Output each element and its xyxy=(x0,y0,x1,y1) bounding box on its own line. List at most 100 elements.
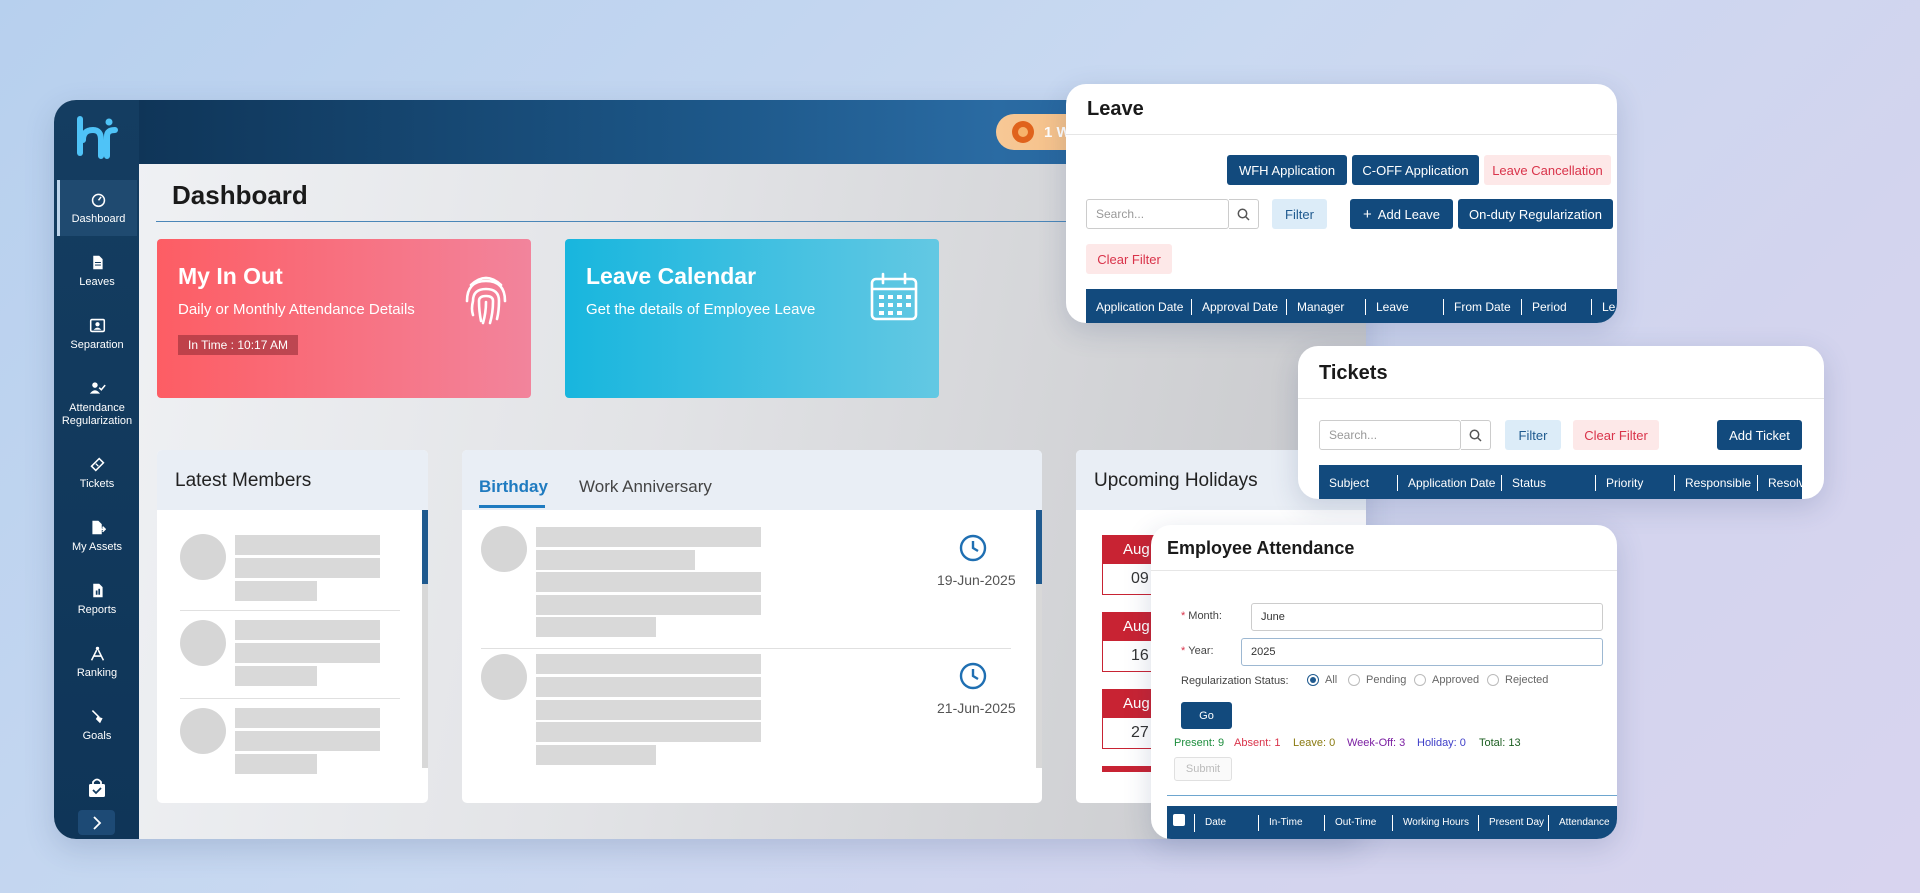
event-date: 19-Jun-2025 xyxy=(937,572,1016,588)
c-off-application-button[interactable]: C-OFF Application xyxy=(1352,155,1479,185)
tab-work-anniversary[interactable]: Work Anniversary xyxy=(579,477,712,497)
file-transfer-icon xyxy=(91,520,106,534)
sidebar-item-tickets[interactable]: Tickets xyxy=(57,445,137,501)
placeholder-line xyxy=(235,558,380,578)
sidebar-item-dashboard[interactable]: Dashboard xyxy=(57,180,137,236)
column-header[interactable]: Subject xyxy=(1319,475,1398,491)
window-title: Leave xyxy=(1087,98,1144,120)
clock-icon xyxy=(959,662,987,690)
placeholder-line xyxy=(536,527,761,547)
tickets-table-header: Subject Application Date Status Priority… xyxy=(1319,465,1802,499)
sidebar-item-label: My Assets xyxy=(71,540,123,553)
title-divider xyxy=(156,221,1156,222)
column-header[interactable]: Period xyxy=(1522,299,1592,315)
column-header[interactable]: Date xyxy=(1195,814,1259,831)
week-off-count: Week-Off: 3 xyxy=(1347,737,1406,749)
status-radio-all[interactable]: All xyxy=(1307,674,1337,686)
column-header[interactable]: Out-Time xyxy=(1325,814,1393,831)
shopping-bag-icon[interactable] xyxy=(86,777,108,799)
leave-calendar-card[interactable]: Leave Calendar Get the details of Employ… xyxy=(565,239,939,398)
avatar xyxy=(180,708,226,754)
on-duty-regularization-button[interactable]: On-duty Regularization xyxy=(1458,199,1613,229)
column-header[interactable]: In-Time xyxy=(1259,814,1325,831)
total-count: Total: 13 xyxy=(1479,737,1521,749)
sidebar-item-label: Reports xyxy=(77,603,117,616)
column-header[interactable]: Resolve xyxy=(1758,475,1802,491)
placeholder-line xyxy=(536,572,761,592)
present-count: Present: 9 xyxy=(1174,737,1225,749)
clear-filter-button[interactable]: Clear Filter xyxy=(1573,420,1659,450)
column-header[interactable]: Manager xyxy=(1287,299,1366,315)
select-all-checkbox[interactable] xyxy=(1173,813,1185,826)
leave-table-header: Application Date Approval Date Manager L… xyxy=(1086,289,1617,323)
column-header[interactable]: Approval Date xyxy=(1192,299,1287,315)
broom-icon xyxy=(91,709,103,723)
sidebar-item-my-assets[interactable]: My Assets xyxy=(57,508,137,564)
filter-button[interactable]: Filter xyxy=(1505,420,1561,450)
placeholder-line xyxy=(235,620,380,640)
tab-birthday[interactable]: Birthday xyxy=(479,477,548,497)
compass-icon xyxy=(90,646,104,661)
column-header[interactable]: Status xyxy=(1502,475,1596,491)
card-title: My In Out xyxy=(178,263,283,289)
column-header[interactable]: Present Day xyxy=(1479,814,1549,831)
my-in-out-card[interactable]: My In Out Daily or Monthly Attendance De… xyxy=(157,239,531,398)
placeholder-line xyxy=(536,700,761,720)
column-header[interactable]: From Date xyxy=(1444,299,1522,315)
column-header[interactable]: Attendance xyxy=(1549,815,1617,831)
search-input[interactable]: Search... xyxy=(1319,420,1461,450)
column-header[interactable]: Application Date xyxy=(1398,475,1502,491)
status-radio-pending[interactable]: Pending xyxy=(1348,674,1406,686)
search-button[interactable] xyxy=(1229,199,1259,229)
column-header[interactable]: Leave xyxy=(1366,299,1444,315)
add-ticket-button[interactable]: Add Ticket xyxy=(1717,420,1802,450)
leave-cancellation-button[interactable]: Leave Cancellation xyxy=(1484,155,1611,185)
month-field[interactable]: June xyxy=(1251,603,1603,631)
year-label: * Year: xyxy=(1181,645,1214,657)
divider xyxy=(180,698,400,699)
attendance-table-header: Date In-Time Out-Time Working Hours Pres… xyxy=(1167,806,1617,839)
placeholder-line xyxy=(235,643,380,663)
go-button[interactable]: Go xyxy=(1181,702,1232,729)
column-header[interactable]: Priority xyxy=(1596,475,1675,491)
wfh-application-button[interactable]: WFH Application xyxy=(1227,155,1347,185)
scrollbar-thumb[interactable] xyxy=(422,510,428,584)
sidebar-item-goals[interactable]: Goals xyxy=(57,697,137,753)
column-header[interactable]: Le xyxy=(1592,299,1617,315)
column-header[interactable]: Responsible xyxy=(1675,475,1758,491)
column-header[interactable]: Working Hours xyxy=(1393,814,1479,831)
card-title: Leave Calendar xyxy=(586,263,757,289)
page-title: Dashboard xyxy=(172,180,308,210)
card-subtitle: Get the details of Employee Leave xyxy=(586,301,816,318)
submit-button[interactable]: Submit xyxy=(1174,757,1232,781)
column-header[interactable]: Application Date xyxy=(1086,299,1192,315)
leave-window: Leave WFH Application C-OFF Application … xyxy=(1066,84,1617,323)
sidebar-item-label: Ranking xyxy=(76,666,118,679)
sidebar-item-label: Separation xyxy=(70,338,124,351)
sidebar-item-ranking[interactable]: Ranking xyxy=(57,634,137,690)
filter-button[interactable]: Filter xyxy=(1272,199,1327,229)
sidebar-item-reports[interactable]: Reports xyxy=(57,571,137,627)
celebrations-panel: Birthday Work Anniversary 19-Jun-2025 21… xyxy=(462,450,1042,803)
sidebar-expand-button[interactable] xyxy=(78,810,115,835)
search-input[interactable]: Search... xyxy=(1086,199,1229,229)
sidebar-item-attendance-regularization[interactable]: Attendance Regularization xyxy=(57,372,137,436)
year-field[interactable]: 2025 xyxy=(1241,638,1603,666)
sidebar-item-separation[interactable]: Separation xyxy=(57,306,137,362)
hr-logo-icon xyxy=(77,116,118,159)
scrollbar-thumb[interactable] xyxy=(1036,510,1042,584)
absent-count: Absent: 1 xyxy=(1234,737,1281,749)
sidebar-item-label: Tickets xyxy=(79,477,115,490)
add-leave-button[interactable]: + Add Leave xyxy=(1350,199,1453,229)
placeholder-line xyxy=(235,754,317,774)
select-all-cell[interactable] xyxy=(1167,813,1195,832)
active-tab-indicator xyxy=(479,505,545,508)
status-radio-rejected[interactable]: Rejected xyxy=(1487,674,1548,686)
plus-icon: + xyxy=(1363,205,1372,223)
clock-icon xyxy=(959,534,987,562)
search-button[interactable] xyxy=(1461,420,1491,450)
status-radio-approved[interactable]: Approved xyxy=(1414,674,1479,686)
clear-filter-button[interactable]: Clear Filter xyxy=(1086,244,1172,274)
divider xyxy=(180,610,400,611)
sidebar-item-leaves[interactable]: Leaves xyxy=(57,243,137,299)
